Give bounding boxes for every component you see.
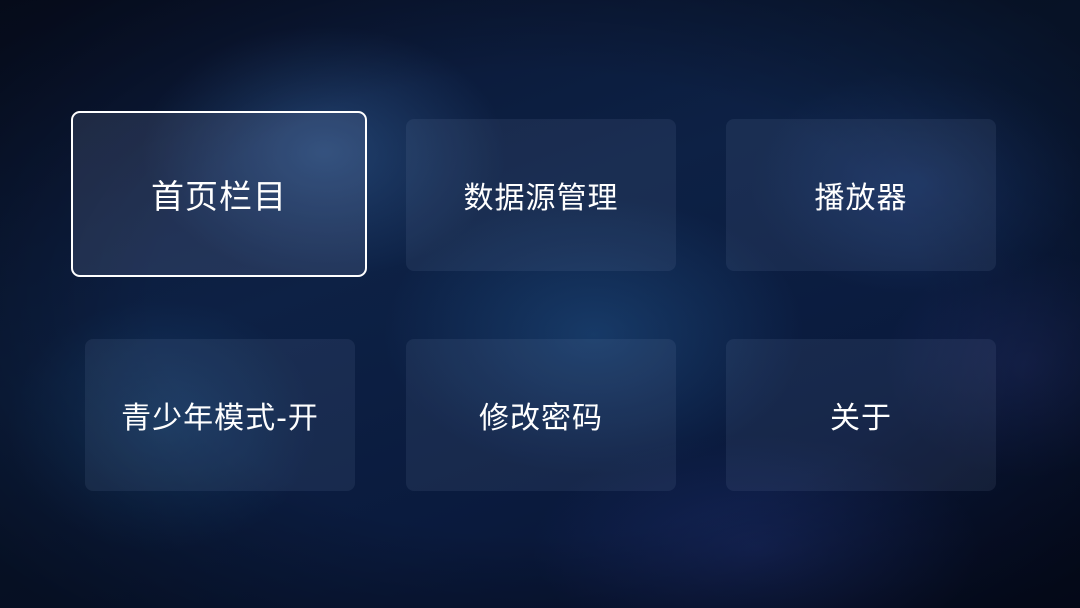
about-button[interactable]: 关于: [726, 339, 996, 491]
player-button[interactable]: 播放器: [726, 119, 996, 271]
player-label: 播放器: [814, 181, 908, 216]
home-columns-button[interactable]: 首页栏目: [71, 111, 367, 277]
data-source-management-label: 数据源管理: [463, 181, 619, 216]
home-columns-label: 首页栏目: [151, 177, 287, 216]
teen-mode-button[interactable]: 青少年模式-开: [85, 339, 355, 491]
about-label: 关于: [830, 401, 892, 436]
change-password-button[interactable]: 修改密码: [406, 339, 676, 491]
settings-screen: 首页栏目 数据源管理 播放器 青少年模式-开 修改密码 关于: [0, 0, 1080, 608]
background-vignette: [0, 0, 1080, 608]
change-password-label: 修改密码: [479, 401, 603, 436]
data-source-management-button[interactable]: 数据源管理: [406, 119, 676, 271]
teen-mode-label: 青少年模式-开: [121, 401, 319, 436]
